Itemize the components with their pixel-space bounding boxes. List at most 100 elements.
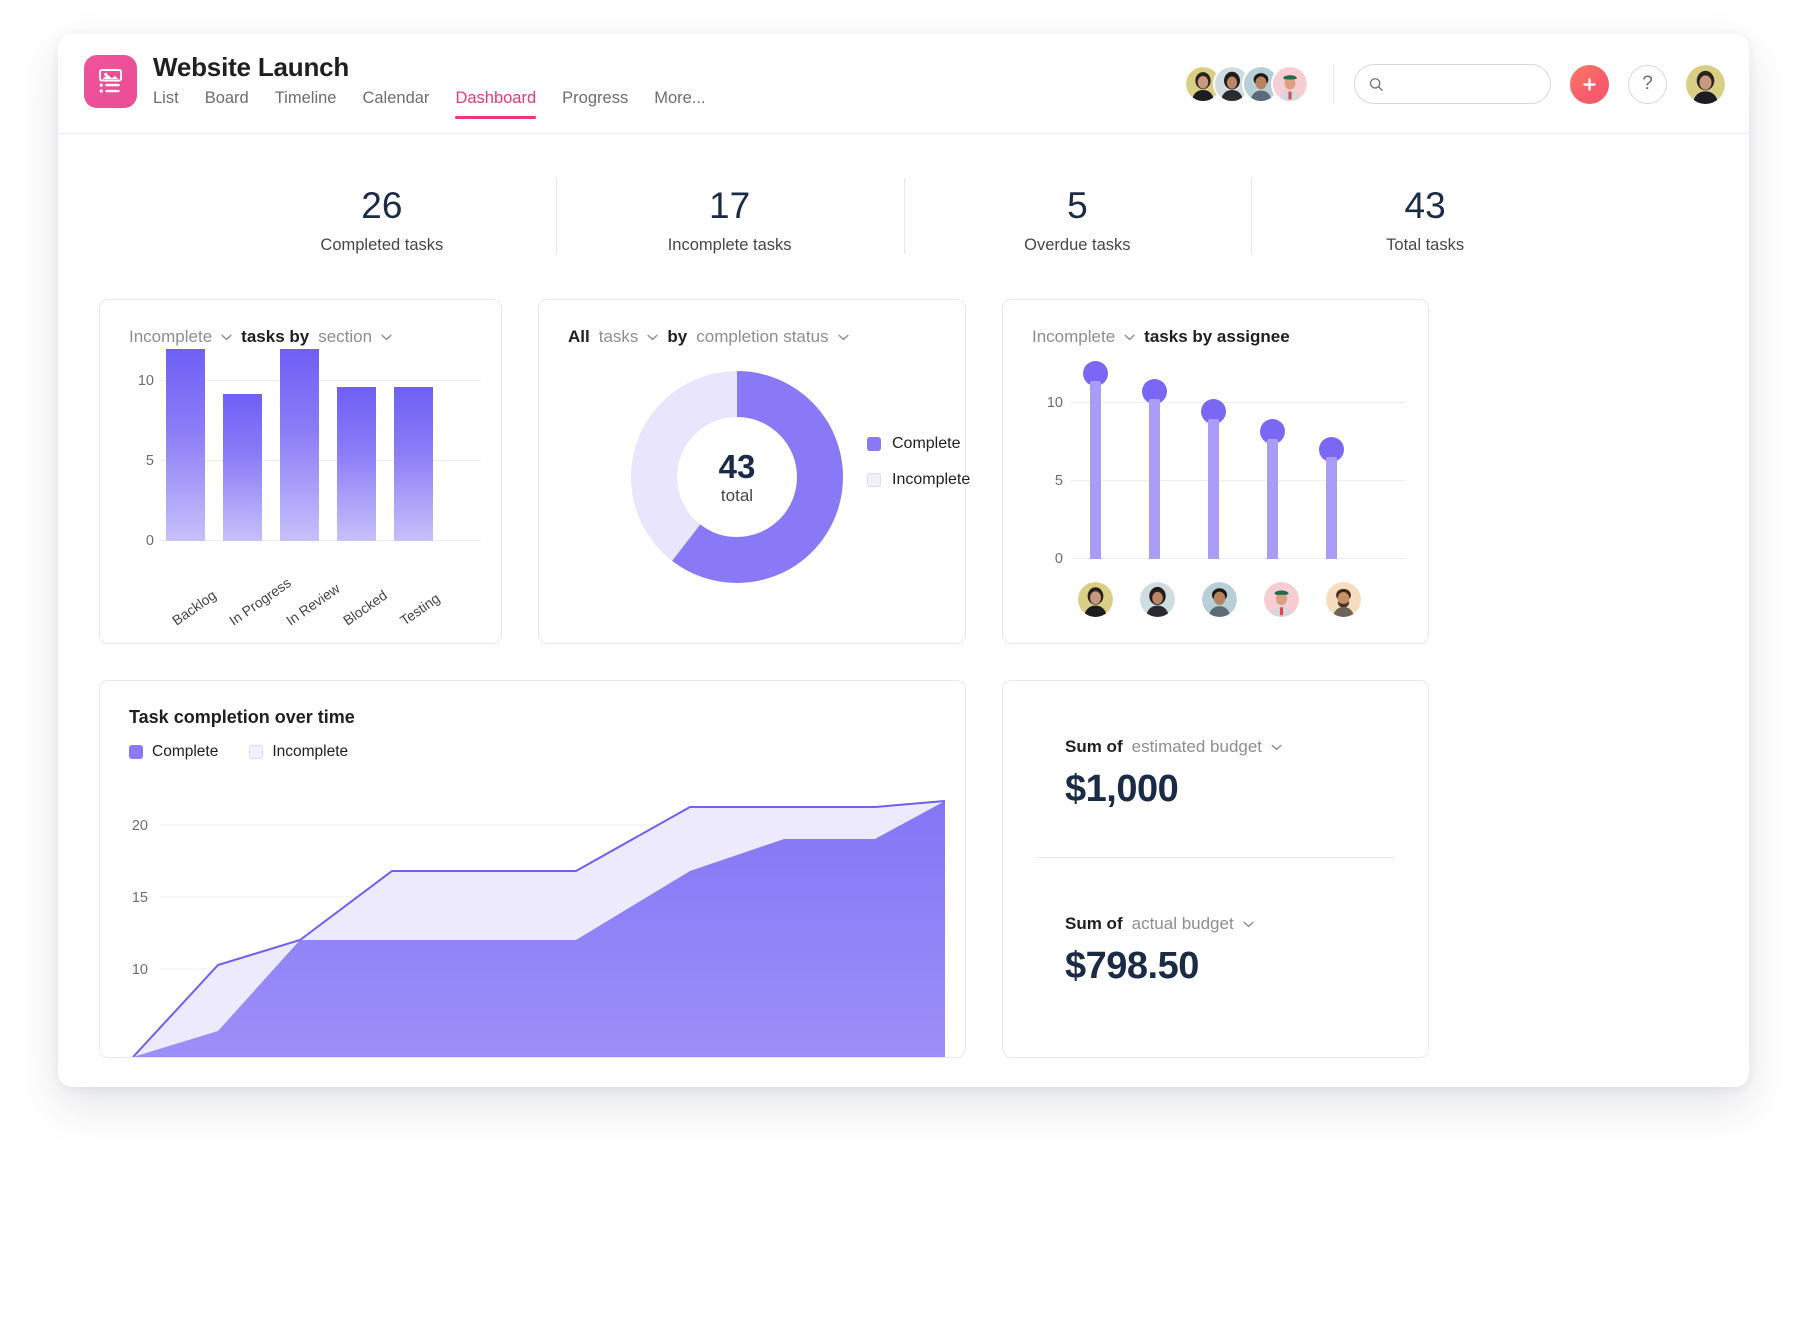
- lollipop-stem: [1326, 457, 1337, 559]
- area-chart-svg: 20 15 10: [132, 800, 946, 1057]
- svg-text:15: 15: [132, 890, 148, 906]
- bar-backlog[interactable]: [166, 349, 205, 541]
- card-tasks-by-completion-status: All tasks by completion status 43 total …: [538, 299, 970, 644]
- budget-actual: Sum of actual budget $798.50: [1003, 858, 1428, 988]
- legend-swatch-complete: [129, 745, 143, 759]
- stat-label: Incomplete tasks: [667, 236, 792, 254]
- donut-total-value: 43: [718, 447, 756, 485]
- lollipop-assignee-3[interactable]: [1199, 399, 1228, 559]
- lollipop-assignee-4[interactable]: [1258, 419, 1287, 559]
- legend-label-complete: Complete: [892, 435, 961, 452]
- current-user-avatar[interactable]: [1686, 64, 1725, 104]
- chevron-down-icon[interactable]: [837, 334, 849, 341]
- tab-board[interactable]: Board: [205, 89, 249, 119]
- budget-field-dropdown-label[interactable]: actual budget: [1132, 914, 1234, 934]
- budget-prefix: Sum of: [1065, 737, 1123, 756]
- tab-dashboard[interactable]: Dashboard: [455, 89, 536, 119]
- status-noun-dropdown-label[interactable]: tasks: [599, 327, 639, 347]
- chevron-down-icon[interactable]: [221, 334, 232, 341]
- lollipop-chart-assignee: 0 5 10: [1003, 361, 1428, 631]
- stat-completed-tasks: 26 Completed tasks: [208, 170, 556, 263]
- stat-value: 5: [1067, 185, 1088, 226]
- tab-progress[interactable]: Progress: [562, 89, 628, 119]
- section-mid-label: tasks by: [241, 327, 310, 346]
- chevron-down-icon[interactable]: [1124, 334, 1135, 341]
- chevron-down-icon[interactable]: [381, 334, 392, 341]
- status-group-dropdown-label[interactable]: completion status: [696, 327, 828, 347]
- add-button[interactable]: [1570, 64, 1609, 104]
- project-image-list-icon: [98, 68, 123, 93]
- assignee-avatar-2[interactable]: [1140, 582, 1175, 617]
- bar-testing[interactable]: [394, 387, 433, 541]
- lollipop-stem: [1267, 439, 1278, 559]
- section-group-dropdown-label[interactable]: section: [318, 327, 372, 347]
- assignee-filter-dropdown-label[interactable]: Incomplete: [1032, 327, 1115, 347]
- lollipop-assignee-1[interactable]: [1081, 361, 1110, 559]
- chevron-down-icon[interactable]: [647, 334, 658, 341]
- x-label-backlog: Backlog: [169, 586, 220, 629]
- tab-list[interactable]: List: [153, 89, 179, 119]
- legend-swatch-incomplete: [867, 473, 881, 487]
- stat-value: 43: [1404, 185, 1446, 226]
- legend-swatch-complete: [867, 437, 881, 451]
- bar-in-review[interactable]: [280, 349, 319, 541]
- legend-label-complete: Complete: [152, 743, 219, 760]
- y-tick-5: 5: [145, 453, 154, 469]
- project-title-block: Website Launch List Board Timeline Calen…: [153, 50, 706, 119]
- x-label-in-progress: In Progress: [226, 574, 294, 629]
- search-input[interactable]: [1392, 76, 1536, 92]
- assignee-avatar-axis: [1078, 582, 1361, 617]
- tab-more[interactable]: More...: [654, 89, 705, 119]
- header-right-controls: ?: [1184, 34, 1725, 134]
- assignee-avatar-3[interactable]: [1202, 582, 1237, 617]
- legend-item-complete[interactable]: Complete: [867, 435, 970, 453]
- member-avatar-4[interactable]: [1271, 65, 1309, 103]
- assignee-avatar-5[interactable]: [1326, 582, 1361, 617]
- legend-swatch-incomplete: [249, 745, 264, 759]
- charts-row-bottom: Task completion over time Complete Incom…: [99, 680, 1708, 1058]
- tab-timeline[interactable]: Timeline: [275, 89, 337, 119]
- stat-overdue-tasks: 5 Overdue tasks: [903, 170, 1252, 263]
- card-task-completion-over-time: Task completion over time Complete Incom…: [99, 680, 966, 1058]
- lollipop-assignee-5[interactable]: [1317, 437, 1346, 559]
- bar-blocked[interactable]: [337, 387, 376, 541]
- page-title: Website Launch: [153, 52, 350, 82]
- chevron-down-icon[interactable]: [1271, 744, 1282, 751]
- search-box[interactable]: [1354, 64, 1551, 104]
- lollipop-assignee-2[interactable]: [1140, 379, 1169, 559]
- chevron-down-icon[interactable]: [1243, 921, 1254, 928]
- budget-actual-header: Sum of actual budget: [1065, 914, 1428, 934]
- card-assignee-header: Incomplete tasks by assignee: [1003, 300, 1428, 347]
- budget-estimated: Sum of estimated budget $1,000: [1003, 681, 1428, 811]
- y-tick-0: 0: [1054, 551, 1063, 567]
- lollipop-series: [1081, 361, 1346, 559]
- section-filter-dropdown-label[interactable]: Incomplete: [129, 327, 212, 347]
- tab-calendar[interactable]: Calendar: [362, 89, 429, 119]
- lollipop-stem: [1149, 399, 1160, 559]
- card-budget-sums: Sum of estimated budget $1,000 Sum of ac…: [1002, 680, 1429, 1058]
- donut-center-labels: 43 total: [623, 363, 851, 591]
- card-tasks-by-section: Incomplete tasks by section 0 5 10 Backl…: [99, 299, 502, 644]
- legend-item-complete[interactable]: Complete: [129, 743, 218, 761]
- stat-label: Completed tasks: [320, 236, 444, 254]
- bar-in-progress[interactable]: [223, 394, 262, 541]
- budget-prefix: Sum of: [1065, 914, 1123, 933]
- stat-incomplete-tasks: 17 Incomplete tasks: [555, 170, 904, 263]
- legend-item-incomplete[interactable]: Incomplete: [249, 743, 348, 761]
- x-label-blocked: Blocked: [340, 586, 391, 629]
- project-logo[interactable]: [84, 55, 137, 108]
- svg-text:10: 10: [132, 962, 148, 978]
- stat-label: Total tasks: [1386, 236, 1465, 254]
- assignee-avatar-4[interactable]: [1264, 582, 1299, 617]
- header-divider: [1333, 64, 1334, 104]
- budget-field-dropdown-label[interactable]: estimated budget: [1132, 737, 1262, 757]
- assignee-avatar-1[interactable]: [1078, 582, 1113, 617]
- legend-item-incomplete[interactable]: Incomplete: [867, 471, 970, 489]
- assignee-title-label: tasks by assignee: [1144, 327, 1290, 346]
- member-avatar-group[interactable]: [1184, 65, 1309, 103]
- lollipop-stem: [1090, 381, 1101, 559]
- legend-label-incomplete: Incomplete: [892, 471, 971, 488]
- plus-icon: [1583, 77, 1596, 91]
- status-filter-label: All: [568, 327, 590, 346]
- help-button[interactable]: ?: [1628, 64, 1667, 104]
